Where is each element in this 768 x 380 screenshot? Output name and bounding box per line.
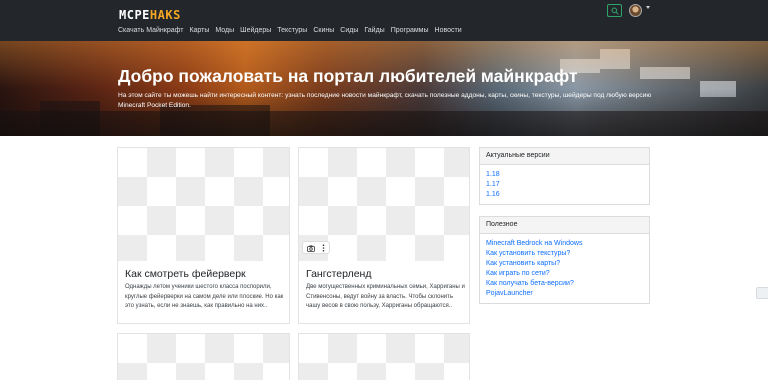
- useful-panel: Полезное Minecraft Bedrock на Windows Ка…: [479, 216, 650, 304]
- version-link[interactable]: 1.18: [486, 170, 643, 180]
- logo-accent: HAKS: [149, 8, 181, 22]
- card-title[interactable]: Гангстерленд: [306, 268, 372, 280]
- search-button[interactable]: [607, 4, 622, 17]
- card-excerpt: Однажды летом ученики шестого класса пос…: [125, 284, 284, 309]
- menu-item-skins[interactable]: Скины: [313, 27, 334, 34]
- camera-icon[interactable]: [307, 245, 315, 252]
- useful-link[interactable]: Minecraft Bedrock на Windows: [486, 239, 643, 249]
- more-vertical-icon[interactable]: [322, 244, 325, 252]
- chevron-down-icon[interactable]: [646, 6, 650, 9]
- user-avatar[interactable]: [629, 4, 642, 17]
- hero-description: На этом сайте ты можешь найти интересный…: [118, 92, 652, 109]
- card-title[interactable]: Как смотреть фейерверк: [125, 268, 246, 280]
- menu-item-download[interactable]: Скачать Майнкрафт: [118, 27, 183, 34]
- useful-link[interactable]: Как установить карты?: [486, 259, 643, 269]
- useful-link[interactable]: Как играть по сети?: [486, 269, 643, 279]
- main-menu: Скачать Майнкрафт Карты Моды Шейдеры Тек…: [118, 27, 468, 34]
- useful-link[interactable]: Как установить текстуры?: [486, 249, 643, 259]
- menu-item-mods[interactable]: Моды: [215, 27, 234, 34]
- menu-item-programs[interactable]: Программы: [391, 27, 429, 34]
- card-image-placeholder: [118, 334, 289, 380]
- floating-side-button[interactable]: [756, 287, 768, 299]
- search-icon: [611, 7, 619, 15]
- menu-item-guides[interactable]: Гайды: [364, 27, 384, 34]
- version-link[interactable]: 1.17: [486, 180, 643, 190]
- hero-banner: Добро пожаловать на портал любителей май…: [0, 41, 768, 136]
- menu-item-seeds[interactable]: Сиды: [340, 27, 358, 34]
- card-image-placeholder: [299, 334, 469, 380]
- versions-panel: Актуальные версии 1.18 1.17 1.16: [479, 147, 650, 205]
- version-link[interactable]: 1.16: [486, 190, 643, 200]
- article-card[interactable]: Как смотреть фейерверк Однажды летом уче…: [117, 147, 290, 324]
- logo-main: MCPE: [119, 8, 150, 22]
- menu-item-textures[interactable]: Текстуры: [277, 27, 307, 34]
- hero-title: Добро пожаловать на портал любителей май…: [118, 66, 578, 86]
- image-toolbar: [302, 241, 330, 254]
- card-image-placeholder: [118, 148, 289, 261]
- useful-link[interactable]: PojavLauncher: [486, 289, 643, 299]
- top-navbar: MCPEHAKS Скачать Майнкрафт Карты Моды Ше…: [0, 0, 768, 41]
- site-logo[interactable]: MCPEHAKS: [119, 8, 181, 22]
- menu-item-shaders[interactable]: Шейдеры: [240, 27, 271, 34]
- versions-panel-title: Актуальные версии: [480, 148, 649, 165]
- menu-item-maps[interactable]: Карты: [189, 27, 209, 34]
- article-card[interactable]: [117, 333, 290, 380]
- menu-item-news[interactable]: Новости: [435, 27, 462, 34]
- useful-link[interactable]: Как получать бета-версии?: [486, 279, 643, 289]
- useful-panel-title: Полезное: [480, 217, 649, 234]
- article-card[interactable]: [298, 333, 470, 380]
- card-excerpt: Две могущественных криминальных семьи, Х…: [306, 284, 465, 309]
- article-card[interactable]: Гангстерленд Две могущественных криминал…: [298, 147, 470, 324]
